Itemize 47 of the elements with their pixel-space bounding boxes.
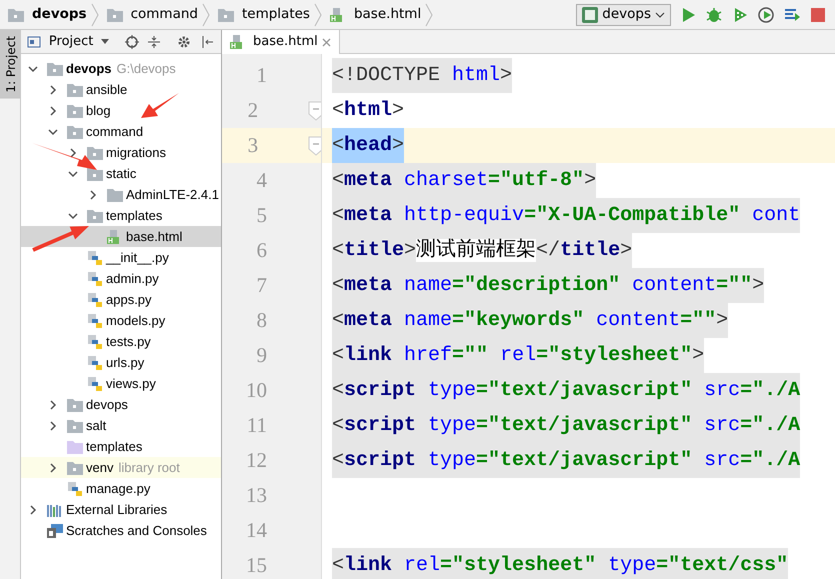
tree-item[interactable]: templates [21, 436, 221, 457]
line-number: 3 [246, 132, 258, 159]
line-number: 8 [256, 306, 267, 334]
line-number: 4 [256, 166, 267, 194]
tree-item[interactable]: salt [21, 415, 221, 436]
tree-item[interactable]: devops G:\devops [21, 58, 221, 79]
tree-item[interactable]: blog [21, 100, 221, 121]
code-line: <html> [332, 98, 404, 124]
tree-item[interactable]: ansible [21, 79, 221, 100]
breadcrumb-item[interactable]: base.html [322, 4, 426, 25]
tree-item[interactable]: migrations [21, 142, 221, 163]
editor-tab[interactable]: base.html [222, 30, 340, 54]
tree-item[interactable]: models.py [21, 310, 221, 331]
line-number: 13 [245, 482, 267, 509]
breadcrumb-item[interactable]: devops [0, 4, 91, 25]
tree-item[interactable]: AdminLTE-2.4.1 [21, 184, 221, 205]
line-number: 9 [256, 342, 267, 369]
line-number: 6 [256, 236, 267, 264]
tree-item[interactable]: tests.py [21, 331, 221, 352]
project-tool-tab[interactable]: 1: Project [0, 30, 20, 99]
tree-item[interactable]: urls.py [21, 352, 221, 373]
line-number: 2 [246, 96, 258, 124]
tree-item[interactable]: static [21, 163, 221, 184]
tree-item[interactable]: __init__.py [21, 247, 221, 268]
line-number: 5 [256, 202, 267, 229]
tree-item[interactable]: venv library root [21, 457, 221, 478]
tree-item[interactable]: admin.py [21, 268, 221, 289]
breadcrumb-item[interactable]: command [98, 4, 202, 25]
tree-item[interactable]: apps.py [21, 289, 221, 310]
line-number: 14 [245, 516, 267, 544]
panel-title[interactable]: Project [48, 32, 94, 52]
line-number: 10 [245, 376, 267, 404]
run-configuration-dropdown[interactable]: devops [576, 4, 671, 26]
tree-item[interactable]: devops [21, 394, 221, 415]
tree-item[interactable]: base.html [21, 226, 221, 247]
tree-item[interactable]: command [21, 121, 221, 142]
line-number: 12 [245, 446, 267, 474]
breadcrumb-item[interactable]: templates [210, 4, 314, 25]
tree-item[interactable]: views.py [21, 373, 221, 394]
line-number: 1 [256, 62, 267, 89]
line-number: 11 [246, 412, 267, 439]
tree-item[interactable]: manage.py [21, 478, 221, 499]
tree-item[interactable]: External Libraries [21, 499, 221, 520]
tree-item[interactable]: Scratches and Consoles [21, 520, 221, 541]
line-number: 15 [245, 552, 267, 579]
tree-item[interactable]: templates [21, 205, 221, 226]
line-number: 7 [256, 272, 267, 299]
